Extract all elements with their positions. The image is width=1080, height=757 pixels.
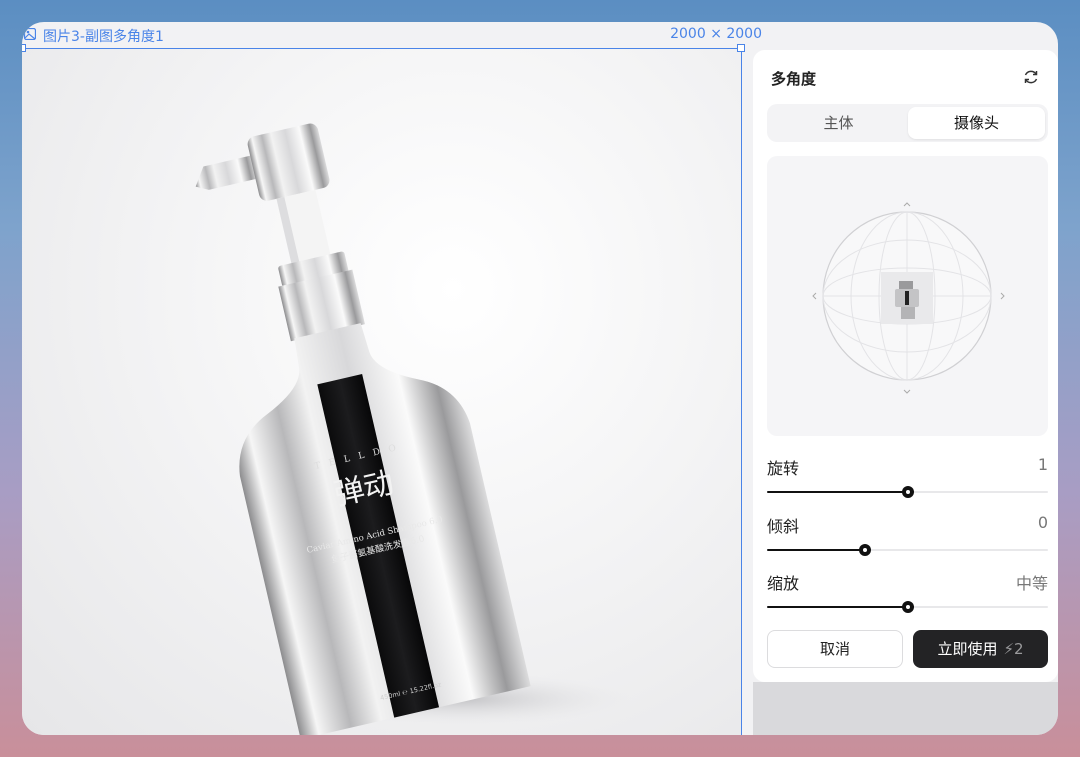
chevron-right-icon[interactable] bbox=[1000, 292, 1005, 300]
tilt-value: 0 bbox=[1037, 513, 1048, 532]
lightning-icon: ⚡ bbox=[1003, 640, 1014, 658]
cancel-button-label: 取消 bbox=[819, 640, 850, 658]
tab-camera[interactable]: 摄像头 bbox=[908, 107, 1045, 139]
preview-thumbnail bbox=[881, 272, 933, 324]
apply-button-label: 立即使用 bbox=[937, 640, 998, 658]
tilt-slider[interactable] bbox=[767, 543, 1048, 557]
frame-icon bbox=[24, 28, 36, 40]
editor-window: 图片3-副图多角度1 2000 × 2000 T E L L D O 弹动 Ca… bbox=[22, 22, 1058, 735]
frame-titlebar: 图片3-副图多角度1 2000 × 2000 bbox=[22, 22, 762, 48]
selection-border-right bbox=[741, 48, 742, 735]
apply-button[interactable]: 立即使用 ⚡2 bbox=[913, 630, 1048, 668]
panel-backdrop bbox=[753, 682, 1058, 735]
zoom-value: 中等 bbox=[1015, 574, 1048, 593]
frame-name[interactable]: 图片3-副图多角度1 bbox=[43, 26, 164, 46]
chevron-left-icon[interactable] bbox=[812, 292, 817, 300]
tilt-label: 倾斜 bbox=[767, 517, 800, 536]
zoom-slider[interactable] bbox=[767, 600, 1048, 614]
frame-size: 2000 × 2000 bbox=[670, 26, 762, 42]
selection-border-top bbox=[22, 48, 741, 49]
resize-handle-top-right[interactable] bbox=[737, 44, 745, 52]
panel-title: 多角度 bbox=[771, 70, 817, 88]
tilt-slider-knob[interactable] bbox=[859, 544, 872, 556]
cost-badge: ⚡2 bbox=[1003, 640, 1023, 658]
zoom-label: 缩放 bbox=[767, 574, 800, 593]
product-image: T E L L D O 弹动 Caviar Amino Acid Shampoo… bbox=[195, 123, 632, 735]
mode-tabs: 主体 摄像头 bbox=[767, 104, 1048, 142]
chevron-down-icon[interactable] bbox=[903, 389, 911, 394]
tab-subject[interactable]: 主体 bbox=[770, 107, 907, 139]
angle-viewer[interactable] bbox=[767, 156, 1048, 436]
cancel-button[interactable]: 取消 bbox=[767, 630, 903, 668]
rotate-slider-knob[interactable] bbox=[901, 486, 914, 498]
multi-angle-panel: 多角度 主体 摄像头 旋转 1 倾斜 0 缩放 中等 取消 立即使用 ⚡2 bbox=[753, 50, 1058, 682]
rotate-label: 旋转 bbox=[767, 459, 800, 478]
rotate-value: 1 bbox=[1037, 455, 1048, 474]
cost-value: 2 bbox=[1014, 640, 1024, 658]
rotate-slider[interactable] bbox=[767, 485, 1048, 499]
image-canvas[interactable]: T E L L D O 弹动 Caviar Amino Acid Shampoo… bbox=[22, 49, 741, 735]
chevron-up-icon[interactable] bbox=[903, 202, 911, 207]
resize-handle-top-left[interactable] bbox=[22, 44, 26, 52]
zoom-slider-knob[interactable] bbox=[901, 601, 914, 613]
refresh-icon[interactable] bbox=[1022, 68, 1040, 86]
